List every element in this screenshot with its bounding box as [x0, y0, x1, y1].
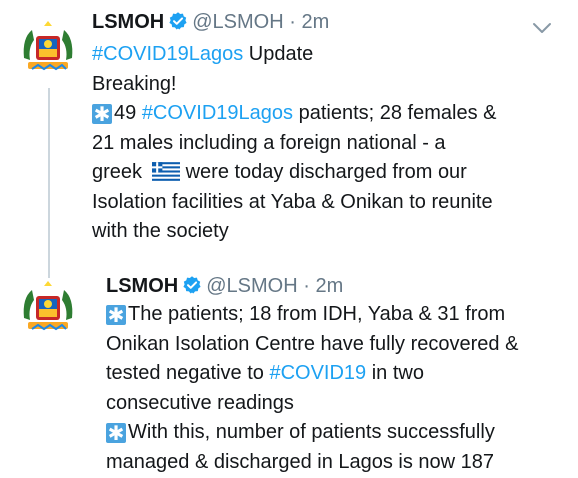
tweet-1[interactable]: LSMOH @LSMOH · 2m #COVID19Lagos Update Br… — [0, 0, 578, 258]
text-segment: were today discharged from our — [185, 161, 467, 183]
text-segment: Onikan Isolation Centre have fully recov… — [106, 332, 519, 355]
text-segment: With this, number of patients successful… — [128, 421, 495, 443]
tweet-line: managed & discharged in Lagos is now 187 — [106, 448, 518, 478]
text-segment: Update — [243, 43, 314, 65]
tweet-line: 21 males including a foreign national - … — [92, 129, 496, 159]
text-segment: consecutive readings — [106, 391, 294, 414]
verified-badge-icon — [169, 12, 187, 30]
text-segment: with the society — [92, 220, 229, 242]
text-segment: patients; 28 females & — [293, 102, 497, 124]
text-segment: tested negative to — [106, 362, 270, 384]
verified-badge-icon — [183, 276, 201, 294]
tweet-line: Isolation facilities at Yaba & Onikan to… — [92, 188, 496, 218]
tweet-line: ✱ 49 #COVID19Lagos patients; 28 females & — [92, 99, 496, 129]
text-segment: Breaking! — [92, 72, 177, 95]
tweet-line: Onikan Isolation Centre have fully recov… — [106, 330, 518, 360]
author-name[interactable]: LSMOH — [92, 11, 164, 33]
lagos-state-crest-icon — [18, 18, 78, 78]
eight-spoked-asterisk-icon: ✱ — [106, 423, 126, 445]
chevron-down-icon[interactable] — [532, 20, 552, 36]
lagos-state-crest-icon — [18, 278, 78, 338]
avatar[interactable] — [18, 18, 78, 78]
text-segment: managed & discharged in Lagos is now 187 — [106, 450, 495, 473]
author-name[interactable]: LSMOH — [106, 275, 178, 297]
separator-dot: · — [303, 275, 310, 297]
text-segment: greek — [92, 161, 148, 183]
hashtag-link[interactable]: #COVID19Lagos — [142, 102, 293, 124]
timestamp[interactable]: 2m — [315, 275, 343, 297]
tweet-text: ✱ The patients; 18 from IDH, Yaba & 31 fr… — [106, 300, 518, 477]
tweet-text: #COVID19Lagos Update Breaking! ✱ 49 #COVI… — [92, 40, 496, 247]
text-segment: in two — [366, 362, 424, 384]
tweet-line: consecutive readings — [106, 389, 518, 419]
tweet-line: ✱ With this, number of patients successfu… — [106, 418, 518, 448]
tweet-header: LSMOH @LSMOH · 2m — [92, 10, 329, 34]
hashtag-link[interactable]: #COVID19 — [269, 362, 366, 384]
text-segment: 49 — [114, 102, 142, 124]
separator-dot: · — [289, 11, 296, 33]
greece-flag-icon — [151, 162, 180, 181]
tweet-line: #COVID19Lagos Update — [92, 40, 496, 70]
avatar[interactable] — [18, 278, 78, 338]
hashtag-link[interactable]: #COVID19Lagos — [92, 43, 243, 65]
timestamp[interactable]: 2m — [301, 11, 329, 33]
text-segment: The patients; 18 from IDH, Yaba & 31 fro… — [128, 303, 506, 325]
text-segment: Isolation facilities at Yaba & Onikan to… — [92, 190, 493, 213]
tweet-line: with the society — [92, 217, 496, 247]
eight-spoked-asterisk-icon: ✱ — [106, 305, 126, 327]
author-handle[interactable]: @LSMOH — [206, 275, 297, 297]
tweet-line: tested negative to #COVID19 in two — [106, 359, 518, 389]
text-segment: 21 males including a foreign national - … — [92, 131, 446, 154]
author-handle[interactable]: @LSMOH — [192, 11, 283, 33]
eight-spoked-asterisk-icon: ✱ — [92, 104, 112, 126]
tweet-2[interactable]: LSMOH @LSMOH · 2m ✱ The patients; 18 from … — [0, 258, 578, 478]
tweet-header: LSMOH @LSMOH · 2m — [106, 274, 343, 298]
tweet-line: greek were today discharged from our — [92, 158, 496, 188]
tweet-line: ✱ The patients; 18 from IDH, Yaba & 31 fr… — [106, 300, 518, 330]
tweet-line: Breaking! — [92, 70, 496, 100]
